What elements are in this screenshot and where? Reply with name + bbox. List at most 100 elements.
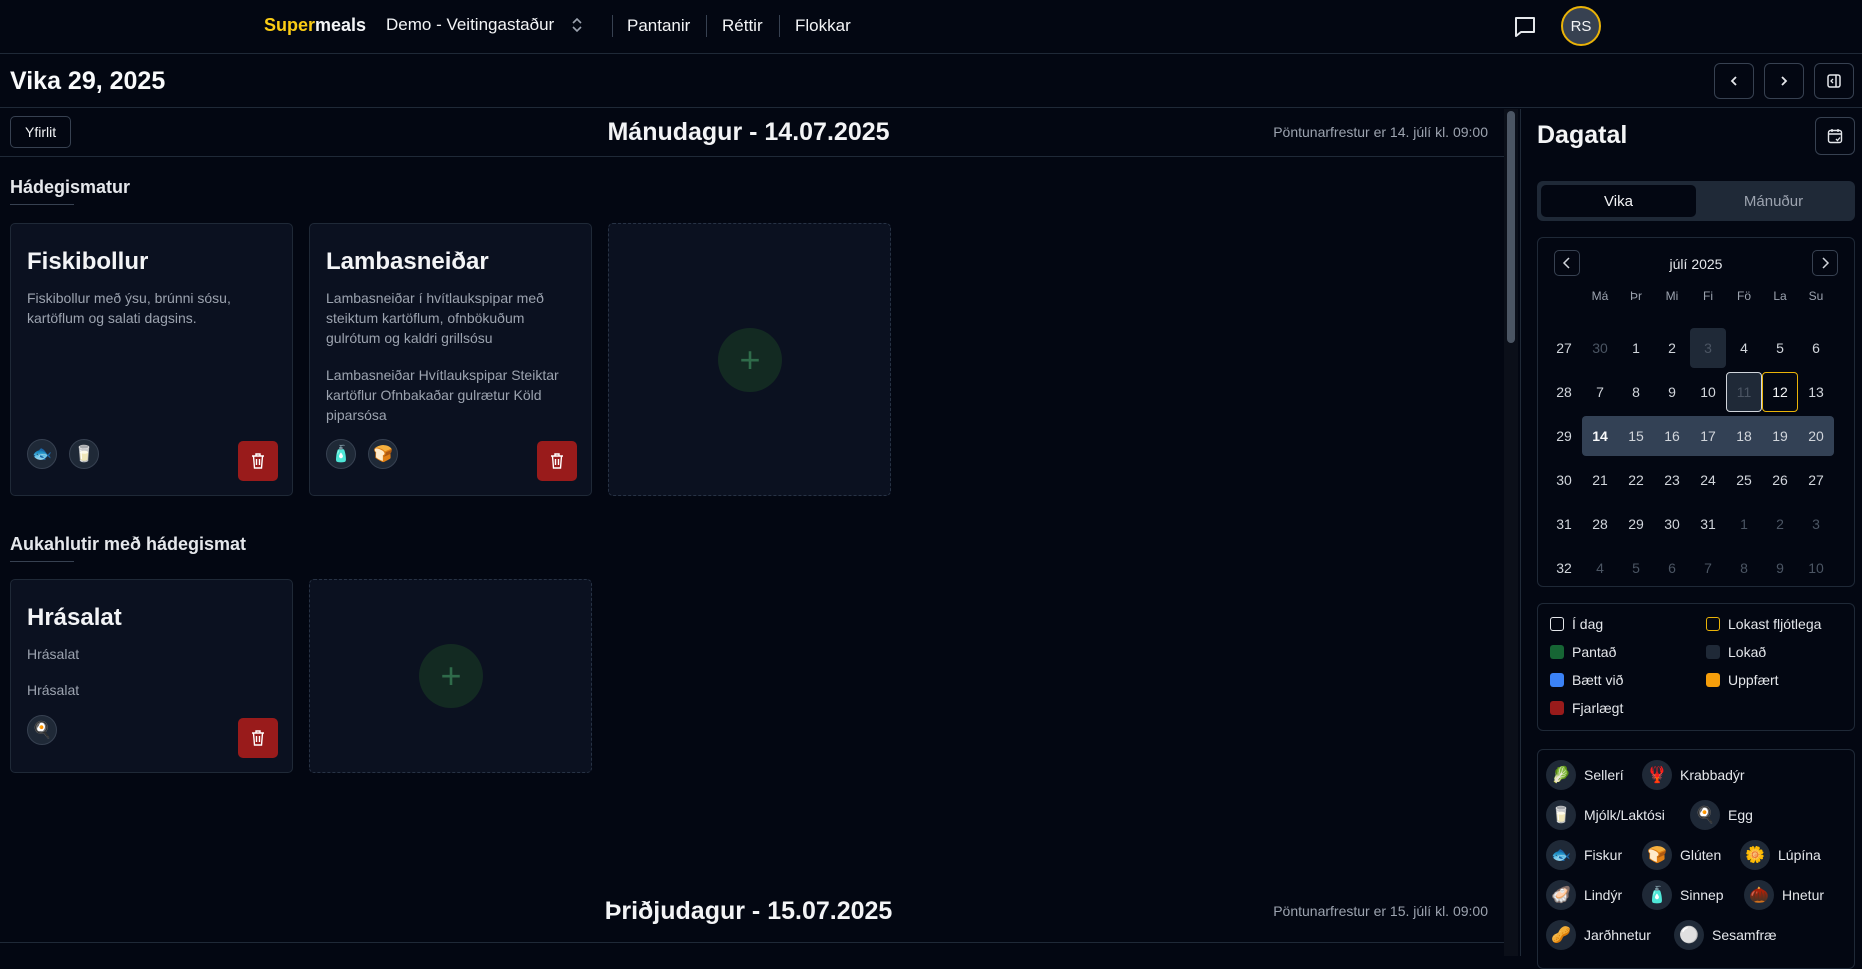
calendar-day[interactable]: 12	[1762, 372, 1798, 412]
dish-description: Hrásalat	[27, 646, 80, 662]
calendar-day[interactable]: 6	[1798, 328, 1834, 368]
milk-icon: 🥛	[69, 439, 99, 469]
calendar-day[interactable]: 27	[1798, 460, 1834, 500]
tab-vika[interactable]: Vika	[1541, 185, 1696, 217]
sidebar-title: Dagatal	[1537, 121, 1628, 149]
sesame-icon: ⚪	[1674, 920, 1704, 950]
peanut-icon: 🥜	[1546, 920, 1576, 950]
calendar-day[interactable]: 28	[1582, 504, 1618, 544]
brand-logo[interactable]: Supermeals	[264, 15, 366, 36]
calendar-day[interactable]: 20	[1798, 416, 1834, 456]
allergen-label: Sinnep	[1680, 887, 1724, 903]
nav-flokkar[interactable]: Flokkar	[795, 16, 851, 36]
calendar-day[interactable]: 22	[1618, 460, 1654, 500]
delete-dish-button[interactable]	[238, 718, 278, 758]
scrollbar-thumb[interactable]	[1507, 111, 1515, 343]
nav-rettir[interactable]: Réttir	[722, 16, 763, 36]
calendar-day[interactable]: 11	[1726, 372, 1762, 412]
calendar-day[interactable]: 6	[1654, 548, 1690, 588]
allergen-label: Fiskur	[1584, 847, 1623, 863]
weekday-header: Fi	[1703, 289, 1713, 303]
dish-description: Fiskibollur með ýsu, brúnni sósu, kartöf…	[27, 290, 231, 326]
nav-pantanir[interactable]: Pantanir	[627, 16, 690, 36]
calendar-day[interactable]: 19	[1762, 416, 1798, 456]
calendar-day[interactable]: 15	[1618, 416, 1654, 456]
calendar-day[interactable]: 21	[1582, 460, 1618, 500]
week-number[interactable]: 30	[1546, 460, 1582, 500]
week-number[interactable]: 28	[1546, 372, 1582, 412]
weekday-spacer	[1546, 282, 1582, 310]
weekday-header: Fö	[1736, 289, 1751, 303]
allergen-item: 🦞 Krabbadýr	[1642, 760, 1745, 790]
week-number[interactable]: 31	[1546, 504, 1582, 544]
delete-dish-button[interactable]	[537, 441, 577, 481]
calendar-day[interactable]: 17	[1690, 416, 1726, 456]
calendar-day[interactable]: 30	[1654, 504, 1690, 544]
main-content[interactable]: Yfirlit Mánudagur - 14.07.2025 Pöntunarf…	[0, 109, 1504, 956]
calendar-day[interactable]: 10	[1690, 372, 1726, 412]
allergen-label: Glúten	[1680, 847, 1722, 863]
allergen-label: Sellerí	[1584, 767, 1624, 783]
calendar-day[interactable]: 5	[1762, 328, 1798, 368]
week-number[interactable]: 29	[1546, 416, 1582, 456]
calendar-day[interactable]: 8	[1726, 548, 1762, 588]
venue-selector[interactable]: Demo - Veitingastaður	[386, 15, 584, 35]
calendar-day[interactable]: 1	[1726, 504, 1762, 544]
avatar[interactable]: RS	[1561, 6, 1601, 46]
calendar-day[interactable]: 9	[1762, 548, 1798, 588]
dish-ingredients: Lambasneiðar Hvítlaukspipar Steiktar kar…	[326, 367, 559, 423]
calendar-day[interactable]: 13	[1798, 372, 1834, 412]
calendar-day[interactable]: 2	[1654, 328, 1690, 368]
calendar-day[interactable]: 1	[1618, 328, 1654, 368]
add-dish-card[interactable]: +	[608, 223, 891, 496]
toggle-sidebar-button[interactable]	[1814, 63, 1854, 99]
calendar-day[interactable]: 14	[1582, 416, 1618, 456]
allergen-label: Mjólk/Laktósi	[1584, 807, 1665, 823]
next-month-button[interactable]	[1812, 250, 1838, 276]
dish-description: Lambasneiðar í hvítlaukspipar með steikt…	[326, 290, 544, 346]
calendar-day[interactable]: 3	[1690, 328, 1726, 368]
tab-manudur[interactable]: Mánuður	[1696, 185, 1851, 217]
calendar-day[interactable]: 10	[1798, 548, 1834, 588]
calendar-month: júlí 2025	[1669, 256, 1723, 272]
calendar-day[interactable]: 8	[1618, 372, 1654, 412]
weekday-header: Mi	[1665, 289, 1679, 303]
calendar-day[interactable]: 2	[1762, 504, 1798, 544]
allergen-label: Krabbadýr	[1680, 767, 1745, 783]
dish-card[interactable]: Fiskibollur Fiskibollur með ýsu, brúnni …	[10, 223, 293, 496]
calendar-day[interactable]: 24	[1690, 460, 1726, 500]
calendar-day[interactable]: 4	[1582, 548, 1618, 588]
milk-icon: 🥛	[1546, 800, 1576, 830]
egg-icon: 🍳	[27, 715, 57, 745]
calendar-day[interactable]: 16	[1654, 416, 1690, 456]
prev-week-button[interactable]	[1714, 63, 1754, 99]
calendar-day[interactable]: 3	[1798, 504, 1834, 544]
calendar-day[interactable]: 30	[1582, 328, 1618, 368]
calendar-day[interactable]: 23	[1654, 460, 1690, 500]
calendar-day[interactable]: 31	[1690, 504, 1726, 544]
chat-icon[interactable]	[1512, 14, 1538, 40]
next-week-button[interactable]	[1764, 63, 1804, 99]
calendar-day[interactable]: 29	[1618, 504, 1654, 544]
dish-card[interactable]: Hrásalat Hrásalat Hrásalat 🍳	[10, 579, 293, 773]
gluten-icon: 🍞	[368, 439, 398, 469]
calendar-day[interactable]: 9	[1654, 372, 1690, 412]
calendar-day[interactable]: 25	[1726, 460, 1762, 500]
week-number[interactable]: 32	[1546, 548, 1582, 588]
chevron-right-icon	[1781, 76, 1788, 86]
calendar-today-button[interactable]	[1815, 117, 1855, 155]
dish-card[interactable]: Lambasneiðar Lambasneiðar í hvítlaukspip…	[309, 223, 592, 496]
calendar-day[interactable]: 4	[1726, 328, 1762, 368]
legend-item: Lokað	[1706, 644, 1766, 660]
week-number[interactable]: 27	[1546, 328, 1582, 368]
calendar-day[interactable]: 26	[1762, 460, 1798, 500]
delete-dish-button[interactable]	[238, 441, 278, 481]
calendar-day[interactable]: 7	[1582, 372, 1618, 412]
legend-item: Í dag	[1550, 616, 1603, 632]
add-dish-card[interactable]: +	[309, 579, 592, 773]
calendar-day[interactable]: 7	[1690, 548, 1726, 588]
calendar-day[interactable]: 5	[1618, 548, 1654, 588]
allergen-item: ⚪ Sesamfræ	[1674, 920, 1777, 950]
calendar-day[interactable]: 18	[1726, 416, 1762, 456]
mustard-icon: 🧴	[1642, 880, 1672, 910]
